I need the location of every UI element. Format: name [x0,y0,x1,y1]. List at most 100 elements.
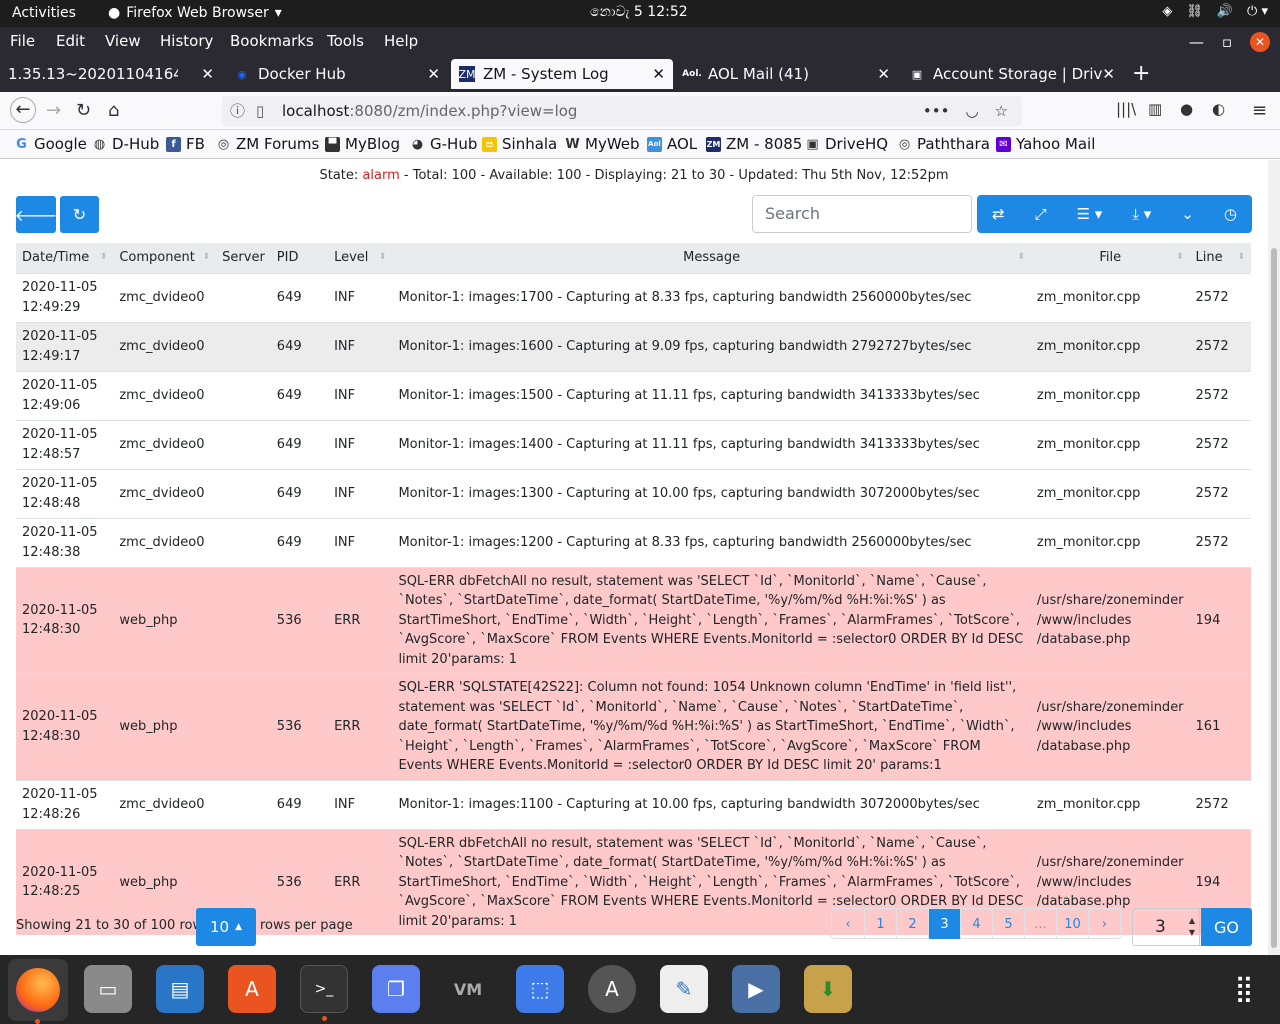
page-link[interactable]: 1 [864,909,896,939]
bookmark-fb[interactable]: f FB [166,135,205,153]
close-icon[interactable]: ✕ [201,65,214,83]
table-row[interactable]: 2020-11-05 12:48:26 zmc_dvideo0 649 INF Monit… [16,779,1251,829]
sidebar-icon[interactable]: ▥ [1148,100,1162,118]
account-icon[interactable]: ● [1180,100,1193,118]
home-icon[interactable]: ⌂ [108,100,119,121]
tab-zm-system-log[interactable]: ZM ZM - System Log ✕ [451,59,673,89]
menu-tools[interactable]: Tools [327,32,364,50]
bookmark-yahoo-mail[interactable]: ✉ Yahoo Mail [996,135,1095,153]
table-row[interactable]: 2020-11-05 12:49:29 zmc_dvideo0 649 INF Monit… [16,272,1251,322]
clock-icon[interactable]: ◷ [1224,205,1237,223]
chevron-down-icon[interactable]: ⌄ [1181,205,1194,223]
dock-files[interactable]: ▭ [84,965,132,1013]
fullscreen-icon[interactable]: ⤢ [1035,205,1047,223]
extension-icon[interactable]: ◐ [1212,100,1225,118]
table-row[interactable]: 2020-11-05 12:48:30 web_php 536 ERR SQL-ERR d… [16,566,1251,674]
bookmark-myblog[interactable]: ▀ MyBlog [325,135,400,153]
toggle-pagination-icon[interactable]: ⇄ [992,205,1005,223]
bookmark-zm-forums[interactable]: ◎ ZM Forums [216,135,320,153]
library-icon[interactable]: |||\ [1116,100,1136,118]
pocket-icon[interactable]: ◡ [965,96,978,126]
col-server[interactable]: Server [216,243,271,274]
tab-docker-hub[interactable]: ◉ Docker Hub ✕ [226,59,448,89]
app-menu[interactable]: ● Firefox Web Browser ▾ [108,5,282,21]
rows-per-page-select[interactable]: 10 ▲ [196,908,256,946]
page-prev[interactable]: ‹ [832,909,864,939]
dock-terminal[interactable]: >_ [300,965,348,1021]
close-icon[interactable]: ✕ [1102,65,1115,83]
table-row[interactable]: 2020-11-05 12:49:17 zmc_dvideo0 649 INF Monit… [16,321,1251,371]
back-button[interactable]: 🡐 [15,196,57,233]
dock-text-editor[interactable]: ✎ [660,965,708,1013]
col-file[interactable]: File ⬍ [1030,243,1190,274]
page-link[interactable]: 10 [1056,909,1088,939]
col-pid[interactable]: PID [270,243,329,274]
dock-video[interactable]: ▶ [732,965,780,1013]
page-link[interactable]: 2 [896,909,928,939]
dock-archive[interactable]: ⬇ [804,965,852,1013]
menu-bookmarks[interactable]: Bookmarks [230,32,314,50]
go-button[interactable]: GO [1201,908,1252,946]
dock-remmina[interactable]: ❐ [372,965,420,1013]
menu-file[interactable]: File [10,32,35,50]
columns-icon[interactable]: ☰ ▾ [1077,205,1103,223]
bookmark-paththara[interactable]: ◎ Paththara [897,135,990,153]
close-icon[interactable]: ✕ [427,65,440,83]
scrollbar-thumb[interactable] [1271,248,1277,948]
col-level[interactable]: Level ⬍ [328,243,393,274]
url-bar[interactable]: ⓘ ▯ localhost:8080/zm/index.php?view=log… [222,96,1022,126]
new-tab-icon[interactable]: + [1132,61,1150,86]
close-window-icon[interactable]: ✕ [1250,32,1270,52]
bookmark-sinhala[interactable]: ස Sinhala [482,135,557,153]
tab-aol-mail[interactable]: Aol. AOL Mail (41) ✕ [676,59,898,89]
export-icon[interactable]: ⤓ ▾ [1132,205,1151,223]
dock-software[interactable]: A [228,965,276,1013]
maximize-icon[interactable]: ▫ [1222,33,1232,51]
page-link[interactable]: 4 [960,909,992,939]
dock-firefox[interactable] [8,959,68,1024]
menu-view[interactable]: View [105,32,141,50]
col-line[interactable]: Line ⬍ [1189,243,1251,274]
bookmark-zm-8085[interactable]: ZM ZM - 8085 [706,135,802,153]
close-icon[interactable]: ✕ [877,65,890,83]
tab-1[interactable]: 1.35.13~20201104164822-fo ✕ [0,59,222,89]
table-row[interactable]: 2020-11-05 12:48:48 zmc_dvideo0 649 INF Monit… [16,468,1251,518]
dock-screenshot[interactable]: ⬚ [516,965,564,1013]
menu-edit[interactable]: Edit [56,32,85,50]
table-row[interactable]: 2020-11-05 12:49:06 zmc_dvideo0 649 INF Monit… [16,370,1251,420]
clock[interactable]: නොවැ 5 12:52 [590,4,688,20]
col-message[interactable]: Message ⬍ [392,243,1031,274]
tab-drivehq[interactable]: ▣ Account Storage | DriveH ✕ [901,59,1123,89]
bookmark-google[interactable]: G Google [14,135,87,153]
dock-updater[interactable]: A [588,965,636,1013]
page-number-input[interactable]: 3 ▲ ▼ [1132,908,1200,946]
bookmark-dhub[interactable]: ◍ D-Hub [92,135,159,153]
col-component[interactable]: Component ⬍ [113,243,217,274]
page-scrollbar[interactable] [1268,160,1280,955]
hamburger-menu-icon[interactable]: ≡ [1252,100,1267,121]
table-row[interactable]: 2020-11-05 12:48:38 zmc_dvideo0 649 INF Monit… [16,517,1251,567]
more-icon[interactable]: ••• [923,96,950,126]
close-icon[interactable]: ✕ [652,65,665,83]
dock-vmware[interactable]: VM [444,965,492,1013]
activities-button[interactable]: Activities [12,5,76,21]
table-row[interactable]: 2020-11-05 12:48:30 web_php 536 ERR SQL-ERR '… [16,673,1251,780]
refresh-button[interactable]: ↻ [60,196,99,233]
page-link[interactable]: 5 [992,909,1024,939]
page-link[interactable]: 3 [928,909,960,939]
system-tray[interactable]: ◈ ⛓ 🔊 ⏻ ▾ [1162,4,1268,19]
col-datetime[interactable]: Date/Time ⬍ [16,243,114,274]
bookmark-myweb[interactable]: W MyWeb [565,135,639,153]
bookmark-aol[interactable]: Aol AOL [647,135,697,153]
star-icon[interactable]: ☆ [995,96,1008,126]
dock-writer[interactable]: ▤ [156,965,204,1013]
menu-help[interactable]: Help [384,32,418,50]
search-input[interactable]: Search [752,195,972,233]
bookmark-drivehq[interactable]: ▣ DriveHQ [805,135,888,153]
forward-icon[interactable]: → [46,100,61,121]
menu-history[interactable]: History [160,32,213,50]
back-icon[interactable]: ← [10,97,36,123]
reload-icon[interactable]: ↻ [76,100,91,121]
table-row[interactable]: 2020-11-05 12:48:57 zmc_dvideo0 649 INF Monit… [16,419,1251,469]
spinner-icon[interactable]: ▲ ▼ [1189,915,1195,939]
